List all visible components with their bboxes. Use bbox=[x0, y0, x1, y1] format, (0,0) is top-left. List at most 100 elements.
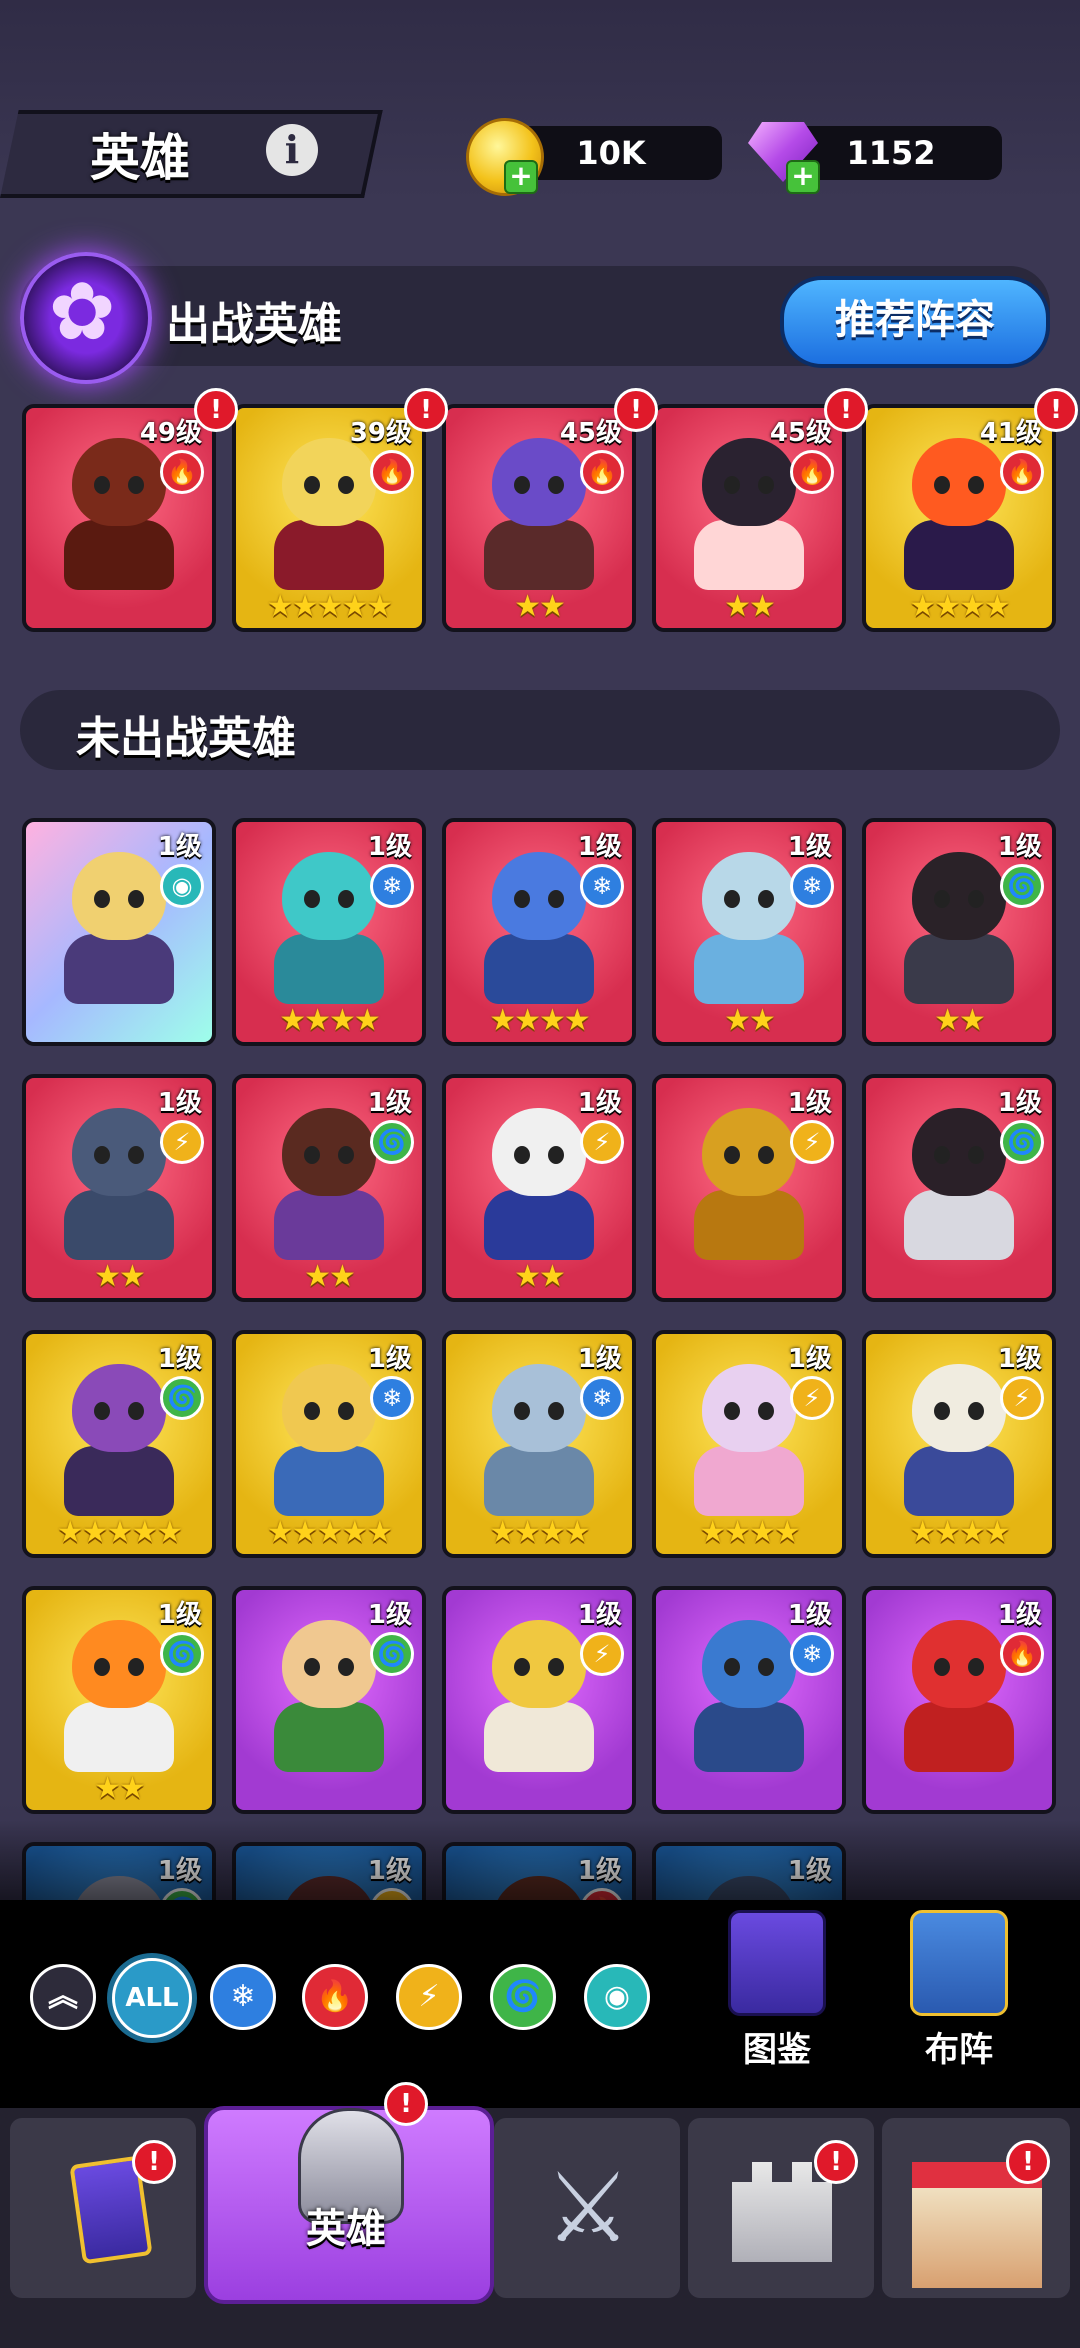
hero-eye bbox=[548, 890, 564, 908]
hero-eye bbox=[724, 1658, 740, 1676]
filter-ice-icon[interactable]: ❄ bbox=[210, 1964, 276, 2030]
hero-eye bbox=[94, 890, 110, 908]
hero-card[interactable]: 1级 ⚡ ★★ bbox=[442, 1074, 636, 1302]
hero-eye bbox=[724, 890, 740, 908]
hero-eye bbox=[338, 890, 354, 908]
hero-level: 1级 bbox=[157, 832, 202, 862]
codex-button[interactable]: 图鉴 bbox=[722, 1910, 832, 2071]
hero-level: 1级 bbox=[577, 1344, 622, 1374]
hero-card[interactable]: 1级🌀 bbox=[862, 1074, 1056, 1302]
hero-card[interactable]: 1级 ❄ bbox=[652, 1586, 846, 1814]
hero-level: 1级 bbox=[787, 1344, 832, 1374]
hero-eye bbox=[934, 1658, 950, 1676]
hero-body bbox=[904, 1190, 1014, 1260]
hero-level: 45级 bbox=[769, 418, 832, 448]
hero-head bbox=[282, 438, 376, 526]
add-gems-button[interactable]: + bbox=[786, 160, 820, 194]
hero-body bbox=[64, 1190, 174, 1260]
hero-level: 1级 bbox=[367, 1344, 412, 1374]
hero-eye bbox=[128, 1146, 144, 1164]
hero-eye bbox=[758, 890, 774, 908]
hero-level: 1级 bbox=[997, 1088, 1042, 1118]
hero-eye bbox=[338, 476, 354, 494]
hero-body bbox=[484, 1702, 594, 1772]
hero-level: 1级 bbox=[577, 1600, 622, 1630]
fire-element-icon: 🔥 bbox=[1000, 450, 1044, 494]
wind-element-icon: 🌀 bbox=[160, 1376, 204, 1420]
castle-icon bbox=[732, 2162, 832, 2262]
hero-level: 1级 bbox=[997, 1600, 1042, 1630]
wind-element-icon: 🌀 bbox=[1000, 1120, 1044, 1164]
eye-element-icon: ◉ bbox=[160, 864, 204, 908]
hero-head bbox=[282, 1108, 376, 1196]
hero-body bbox=[274, 1190, 384, 1260]
hero-eye bbox=[514, 1402, 530, 1420]
filter-eye-icon[interactable]: ◉ bbox=[584, 1964, 650, 2030]
hero-card[interactable]: 1级 🌀 ★★ bbox=[862, 818, 1056, 1046]
hero-card[interactable]: 39级 🔥 ★★★★★ bbox=[232, 404, 426, 632]
ice-element-icon: ❄ bbox=[790, 1632, 834, 1676]
recommend-lineup-button[interactable]: 推荐阵容 bbox=[780, 276, 1050, 368]
hero-card[interactable]: 1级🌀 bbox=[232, 1586, 426, 1814]
hero-card[interactable]: 1级 ❄ ★★★★★ bbox=[232, 1330, 426, 1558]
filter-bolt-icon[interactable]: ⚡ bbox=[396, 1964, 462, 2030]
fire-element-icon: 🔥 bbox=[1000, 1632, 1044, 1676]
filter-all-button[interactable]: ALL bbox=[112, 1958, 192, 2038]
bolt-element-icon: ⚡ bbox=[580, 1120, 624, 1164]
hero-card[interactable]: 1级 🌀 ★★ bbox=[232, 1074, 426, 1302]
hero-card[interactable]: 1级⚡ bbox=[652, 1074, 846, 1302]
hero-body bbox=[274, 520, 384, 590]
hero-level: 1级 bbox=[367, 1600, 412, 1630]
ice-element-icon: ❄ bbox=[370, 1376, 414, 1420]
hero-card[interactable]: 45级 🔥 ★★ bbox=[652, 404, 846, 632]
hero-card[interactable]: 41级 🔥 ★★★★ bbox=[862, 404, 1056, 632]
hero-head bbox=[702, 438, 796, 526]
hero-card[interactable]: 1级🔥 bbox=[862, 1586, 1056, 1814]
hero-stars: ★★★★★ bbox=[56, 1515, 183, 1550]
hero-card[interactable]: 45级 🔥 ★★ bbox=[442, 404, 636, 632]
hero-card[interactable]: 1级 ⚡ ★★★★ bbox=[652, 1330, 846, 1558]
add-gold-button[interactable]: + bbox=[504, 160, 538, 194]
hero-head bbox=[702, 852, 796, 940]
hero-head bbox=[702, 1620, 796, 1708]
bolt-element-icon: ⚡ bbox=[790, 1120, 834, 1164]
hero-card[interactable]: 1级 ◉ bbox=[22, 818, 216, 1046]
hero-stars: ★★★★ bbox=[489, 1003, 591, 1038]
hero-body bbox=[274, 1702, 384, 1772]
hero-body bbox=[694, 1446, 804, 1516]
hero-card[interactable]: 1级 ⚡ ★★★★ bbox=[862, 1330, 1056, 1558]
hero-card[interactable]: 1级 🌀 ★★★★★ bbox=[22, 1330, 216, 1558]
hero-card[interactable]: 1级 ❄ ★★ bbox=[652, 818, 846, 1046]
hero-eye bbox=[94, 476, 110, 494]
hero-card[interactable]: 1级 ⚡ ★★ bbox=[22, 1074, 216, 1302]
hero-head bbox=[282, 1620, 376, 1708]
page-title: 英雄 bbox=[90, 129, 190, 187]
hero-card[interactable]: 1级⚡ bbox=[442, 1586, 636, 1814]
formation-label: 布阵 bbox=[925, 2030, 993, 2070]
bolt-element-icon: ⚡ bbox=[1000, 1376, 1044, 1420]
hero-card[interactable]: 1级 ❄ ★★★★ bbox=[442, 818, 636, 1046]
formation-button[interactable]: 布阵 bbox=[904, 1910, 1014, 2071]
hero-card[interactable]: 1级 ❄ ★★★★ bbox=[232, 818, 426, 1046]
filter-wind-icon[interactable]: 🌀 bbox=[490, 1964, 556, 2030]
bolt-element-icon: ⚡ bbox=[580, 1632, 624, 1676]
hero-level: 45级 bbox=[559, 418, 622, 448]
hero-eye bbox=[968, 1402, 984, 1420]
nav-tab-battle[interactable]: ⚔ bbox=[494, 2118, 680, 2298]
hero-body bbox=[694, 520, 804, 590]
hero-card[interactable]: 1级 ❄ ★★★★ bbox=[442, 1330, 636, 1558]
hero-level: 49级 bbox=[139, 418, 202, 448]
filter-collapse-icon[interactable]: ︽ bbox=[30, 1964, 96, 2030]
info-icon[interactable]: i bbox=[266, 124, 318, 176]
hero-card[interactable]: 1级 🌀 ★★ bbox=[22, 1586, 216, 1814]
undeployed-title: 未出战英雄 bbox=[76, 713, 296, 764]
hero-eye bbox=[304, 1402, 320, 1420]
hero-level: 1级 bbox=[787, 832, 832, 862]
hero-eye bbox=[548, 1402, 564, 1420]
hero-eye bbox=[934, 1146, 950, 1164]
filter-fire-icon[interactable]: 🔥 bbox=[302, 1964, 368, 2030]
alert-badge: ! bbox=[194, 388, 238, 432]
hero-eye bbox=[304, 890, 320, 908]
hero-card[interactable]: 49级 🔥 bbox=[22, 404, 216, 632]
nav-tab-heroes[interactable]: 英雄 bbox=[204, 2106, 494, 2304]
